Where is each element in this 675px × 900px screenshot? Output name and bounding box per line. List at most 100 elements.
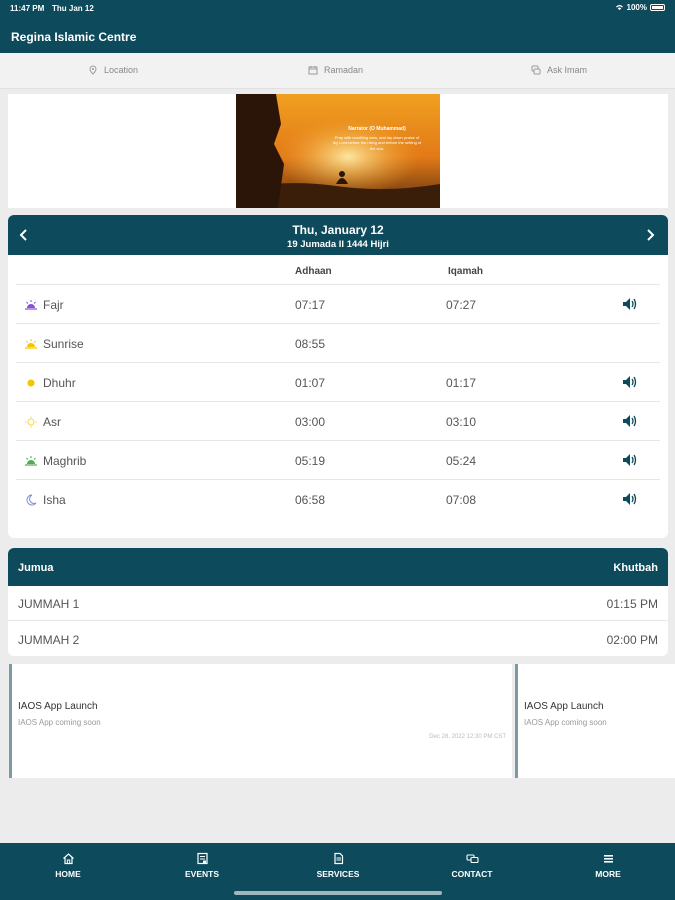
prayer-row-dhuhr: Dhuhr 01:07 01:17 — [16, 362, 660, 401]
adhaan-time: 08:55 — [295, 337, 326, 351]
adhaan-time: 03:00 — [295, 415, 326, 429]
banner-quote-title: Narrator (O Muhammad) — [348, 126, 406, 132]
adhaan-time: 07:17 — [295, 298, 326, 312]
adhan-sound-button[interactable] — [622, 297, 637, 311]
iqamah-time: 05:24 — [446, 454, 477, 468]
status-time: 11:47 PM — [10, 4, 45, 13]
speaker-icon — [623, 298, 637, 310]
app-title: Regina Islamic Centre — [11, 30, 137, 44]
event-date: Dec 28, 2022 12:30 PM CST — [429, 734, 506, 740]
tab-contact[interactable]: CONTACT — [422, 852, 522, 879]
sub-navigation: Location Ramadan Ask Imam — [0, 53, 675, 89]
tab-events[interactable]: EVENTS — [152, 852, 252, 879]
adhan-sound-button[interactable] — [622, 375, 637, 389]
jummah-time: 01:15 PM — [606, 597, 658, 611]
next-day-button[interactable] — [642, 227, 658, 243]
moon-icon — [24, 493, 38, 506]
tab-more[interactable]: MORE — [558, 852, 658, 879]
afternoon-sun-icon — [24, 415, 38, 428]
tab-services[interactable]: SERVICES — [288, 852, 388, 879]
iqamah-time: 03:10 — [446, 415, 477, 429]
chat-icon — [531, 65, 541, 75]
prayer-row-asr: Asr 03:00 03:10 — [16, 401, 660, 440]
status-date: Thu Jan 12 — [52, 4, 94, 13]
status-indicators: 100% — [615, 3, 665, 12]
event-card[interactable]: IAOS App Launch IAOS App coming soon Dec… — [9, 664, 512, 778]
adhan-sound-button[interactable] — [622, 492, 637, 506]
event-title: IAOS App Launch — [18, 701, 98, 712]
prayer-name: Dhuhr — [43, 376, 76, 390]
banner-image[interactable]: Narrator (O Muhammad) Pray with unwittin… — [236, 94, 440, 208]
ask-imam-link[interactable]: Ask Imam — [531, 65, 587, 75]
hijri-date: 19 Jumada II 1444 Hijri — [287, 239, 389, 250]
adhaan-time: 06:58 — [295, 493, 326, 507]
tab-label: MORE — [595, 869, 621, 879]
battery-icon — [650, 4, 665, 11]
location-link[interactable]: Location — [88, 65, 138, 75]
iqamah-header: Iqamah — [448, 266, 484, 277]
ramadan-label: Ramadan — [324, 65, 364, 75]
prayer-name: Isha — [43, 493, 66, 507]
event-title: IAOS App Launch — [524, 701, 604, 712]
prayer-name: Sunrise — [43, 337, 84, 351]
tab-home[interactable]: HOME — [18, 852, 118, 879]
jummah-name: JUMMAH 1 — [18, 597, 80, 611]
prayer-row-maghrib: Maghrib 05:19 05:24 — [16, 440, 660, 479]
iqamah-time: 01:17 — [446, 376, 477, 390]
iqamah-time: 07:08 — [446, 493, 477, 507]
tab-label: SERVICES — [316, 869, 360, 879]
date-bar: Thu, January 12 19 Jumada II 1444 Hijri — [8, 215, 668, 255]
prayer-times-card: Thu, January 12 19 Jumada II 1444 Hijri … — [8, 215, 668, 538]
services-icon — [333, 852, 343, 865]
home-indicator[interactable] — [234, 891, 442, 895]
menu-icon — [603, 855, 613, 863]
adhan-sound-button[interactable] — [622, 453, 637, 467]
prayer-row-fajr: Fajr 07:17 07:27 — [16, 284, 660, 323]
prayer-name: Maghrib — [43, 454, 87, 468]
event-subtitle: IAOS App coming soon — [524, 718, 607, 727]
banner-quote: Narrator (O Muhammad) Pray with unwittin… — [332, 126, 422, 151]
jummah-row: JUMMAH 1 01:15 PM — [8, 586, 668, 621]
gregorian-date: Thu, January 12 — [292, 223, 384, 237]
calendar-icon — [308, 66, 318, 75]
app-header: 11:47 PM Thu Jan 12 100% Regina Islamic … — [0, 0, 675, 53]
contact-icon — [465, 854, 479, 864]
adhaan-time: 01:07 — [295, 376, 326, 390]
tab-label: EVENTS — [184, 869, 219, 879]
prayer-row-isha: Isha 06:58 07:08 — [16, 479, 660, 518]
prayer-name: Fajr — [43, 298, 64, 312]
iqamah-time: 07:27 — [446, 298, 477, 312]
jummah-time: 02:00 PM — [606, 633, 658, 647]
sun-icon — [24, 376, 38, 388]
tab-label: HOME — [55, 869, 81, 879]
ask-imam-label: Ask Imam — [547, 65, 588, 75]
ramadan-link[interactable]: Ramadan — [308, 65, 363, 75]
jumua-title: Jumua — [18, 562, 54, 574]
jumua-header: Jumua Khutbah — [8, 548, 668, 586]
prayer-name: Asr — [43, 415, 61, 429]
banner-card: Narrator (O Muhammad) Pray with unwittin… — [8, 94, 668, 208]
fajr-icon — [24, 298, 38, 310]
speaker-icon — [623, 493, 637, 505]
adhaan-time: 05:19 — [295, 454, 326, 468]
sunset-icon — [24, 454, 38, 466]
events-icon — [196, 852, 208, 865]
jummah-row: JUMMAH 2 02:00 PM — [8, 622, 668, 656]
adhan-sound-button[interactable] — [622, 414, 637, 428]
banner-illustration — [236, 94, 440, 208]
status-bar: 11:47 PM Thu Jan 12 100% — [0, 0, 675, 16]
speaker-icon — [623, 454, 637, 466]
location-label: Location — [104, 65, 139, 75]
map-pin-icon — [89, 65, 97, 75]
battery-percent: 100% — [626, 3, 647, 12]
banner-quote-text: Pray with unwitting ears, and lay down p… — [332, 134, 422, 151]
wifi-icon — [615, 4, 623, 11]
speaker-icon — [623, 415, 637, 427]
speaker-icon — [623, 376, 637, 388]
jumua-card: Jumua Khutbah JUMMAH 1 01:15 PM JUMMAH 2… — [8, 548, 668, 656]
khutbah-label: Khutbah — [613, 562, 658, 574]
chevron-right-icon — [647, 229, 655, 241]
event-card[interactable]: IAOS App Launch IAOS App coming soon — [515, 664, 675, 778]
jummah-name: JUMMAH 2 — [18, 633, 80, 647]
home-icon — [62, 853, 74, 865]
